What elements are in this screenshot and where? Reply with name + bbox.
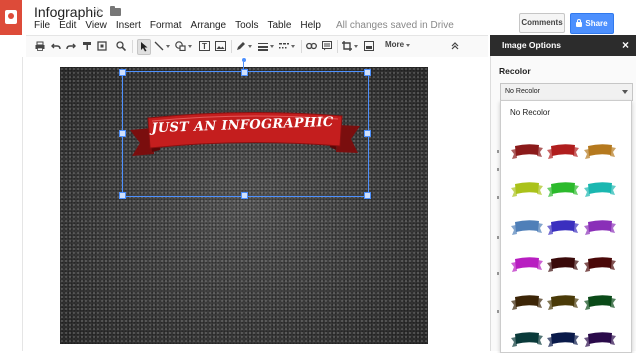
- edge-mark: [497, 310, 499, 313]
- edge-mark: [497, 150, 499, 153]
- text-box-icon[interactable]: T: [198, 39, 210, 53]
- resize-handle-se[interactable]: [364, 192, 371, 199]
- line-tool-icon[interactable]: [154, 39, 170, 53]
- menu-edit[interactable]: Edit: [59, 20, 76, 31]
- line-weight-icon[interactable]: [257, 39, 275, 53]
- edge-mark: [497, 236, 499, 239]
- resize-handle-e[interactable]: [364, 130, 371, 137]
- zoom-icon[interactable]: [115, 39, 127, 53]
- folder-icon[interactable]: [110, 6, 121, 16]
- recolor-select[interactable]: No Recolor: [500, 83, 633, 101]
- more-caret-icon: [406, 44, 411, 47]
- recolor-select-value: No Recolor: [505, 88, 541, 95]
- swatch-green[interactable]: [546, 180, 580, 198]
- toolbar-divider: [231, 40, 232, 53]
- toolbar: T More: [26, 35, 488, 58]
- swatch-orange-brown[interactable]: [583, 142, 617, 160]
- undo-icon[interactable]: [50, 39, 62, 53]
- fit-icon[interactable]: [96, 39, 108, 53]
- pen-color-icon[interactable]: [235, 39, 253, 53]
- more-menu[interactable]: More: [385, 40, 411, 49]
- shape-tool-icon[interactable]: [174, 39, 192, 53]
- image-options-header: Image Options ×: [490, 35, 636, 56]
- image-icon[interactable]: [214, 39, 226, 53]
- edge-mark: [497, 272, 499, 275]
- menu-file[interactable]: File: [34, 20, 50, 31]
- swatch-yellow-green[interactable]: [510, 180, 544, 198]
- no-recolor-option[interactable]: No Recolor: [510, 108, 550, 117]
- resize-handle-nw[interactable]: [119, 69, 126, 76]
- collapse-icon[interactable]: [449, 39, 461, 53]
- edge-mark: [497, 168, 499, 171]
- resize-handle-s[interactable]: [241, 192, 248, 199]
- shape-caret-icon: [187, 44, 192, 48]
- resize-handle-w[interactable]: [119, 130, 126, 137]
- swatch-dark-maroon[interactable]: [546, 255, 580, 273]
- menu-bar: File Edit View Insert Format Arrange Too…: [34, 20, 454, 31]
- menu-view[interactable]: View: [85, 20, 107, 31]
- swatch-dark-green[interactable]: [583, 293, 617, 311]
- menu-arrange[interactable]: Arrange: [191, 20, 227, 31]
- swatch-dark-red[interactable]: [510, 142, 544, 160]
- swatch-olive-brown[interactable]: [546, 293, 580, 311]
- more-label: More: [385, 40, 405, 49]
- swatch-navy[interactable]: [546, 330, 580, 348]
- menu-format[interactable]: Format: [150, 20, 182, 31]
- swatch-teal[interactable]: [583, 180, 617, 198]
- resize-handle-ne[interactable]: [364, 69, 371, 76]
- lock-icon: [576, 19, 583, 27]
- swatch-steel-blue[interactable]: [510, 218, 544, 236]
- swatch-blue[interactable]: [546, 218, 580, 236]
- swatch-dark-brown[interactable]: [510, 293, 544, 311]
- pen-caret-icon: [248, 44, 252, 48]
- slides-logo[interactable]: [0, 0, 22, 35]
- menu-help[interactable]: Help: [300, 20, 321, 31]
- resize-handle-n[interactable]: [241, 69, 248, 76]
- chevron-down-icon: [622, 90, 628, 94]
- comment-icon[interactable]: [321, 39, 333, 53]
- swatch-dark-teal[interactable]: [510, 330, 544, 348]
- line-dash-icon[interactable]: [278, 39, 296, 53]
- swatch-red[interactable]: [546, 142, 580, 160]
- toolbar-divider: [337, 40, 338, 53]
- toolbar-divider: [132, 40, 133, 53]
- crop-icon[interactable]: [341, 39, 359, 53]
- save-status: All changes saved in Drive: [335, 20, 454, 31]
- share-button[interactable]: Share: [570, 13, 614, 34]
- selection-box[interactable]: [122, 71, 369, 197]
- comments-button[interactable]: Comments: [519, 13, 565, 33]
- link-icon[interactable]: [305, 39, 317, 53]
- redo-icon[interactable]: [65, 39, 77, 53]
- swatch-magenta[interactable]: [510, 255, 544, 273]
- recolor-label: Recolor: [499, 66, 531, 76]
- swatch-purple[interactable]: [583, 218, 617, 236]
- panel-title: Image Options: [502, 40, 562, 50]
- svg-text:T: T: [202, 42, 207, 51]
- menu-table[interactable]: Table: [267, 20, 291, 31]
- swatch-dark-red-2[interactable]: [583, 255, 617, 273]
- menu-tools[interactable]: Tools: [235, 20, 258, 31]
- swatch-dark-purple[interactable]: [583, 330, 617, 348]
- line-dash-caret-icon: [291, 44, 295, 48]
- image-options-icon[interactable]: [363, 39, 375, 53]
- line-weight-caret-icon: [270, 44, 274, 48]
- crop-caret-icon: [354, 44, 358, 48]
- slides-logo-icon: [5, 10, 17, 24]
- close-icon[interactable]: ×: [610, 35, 629, 56]
- resize-handle-sw[interactable]: [119, 192, 126, 199]
- share-label: Share: [585, 19, 608, 28]
- print-icon[interactable]: [34, 39, 46, 53]
- toolbar-divider: [301, 40, 302, 53]
- edge-mark: [497, 196, 499, 199]
- menu-insert[interactable]: Insert: [116, 20, 141, 31]
- select-cursor-icon[interactable]: [137, 39, 151, 55]
- line-caret-icon: [166, 44, 170, 48]
- paint-format-icon[interactable]: [81, 39, 93, 53]
- star-icon[interactable]: ☆: [92, 4, 104, 20]
